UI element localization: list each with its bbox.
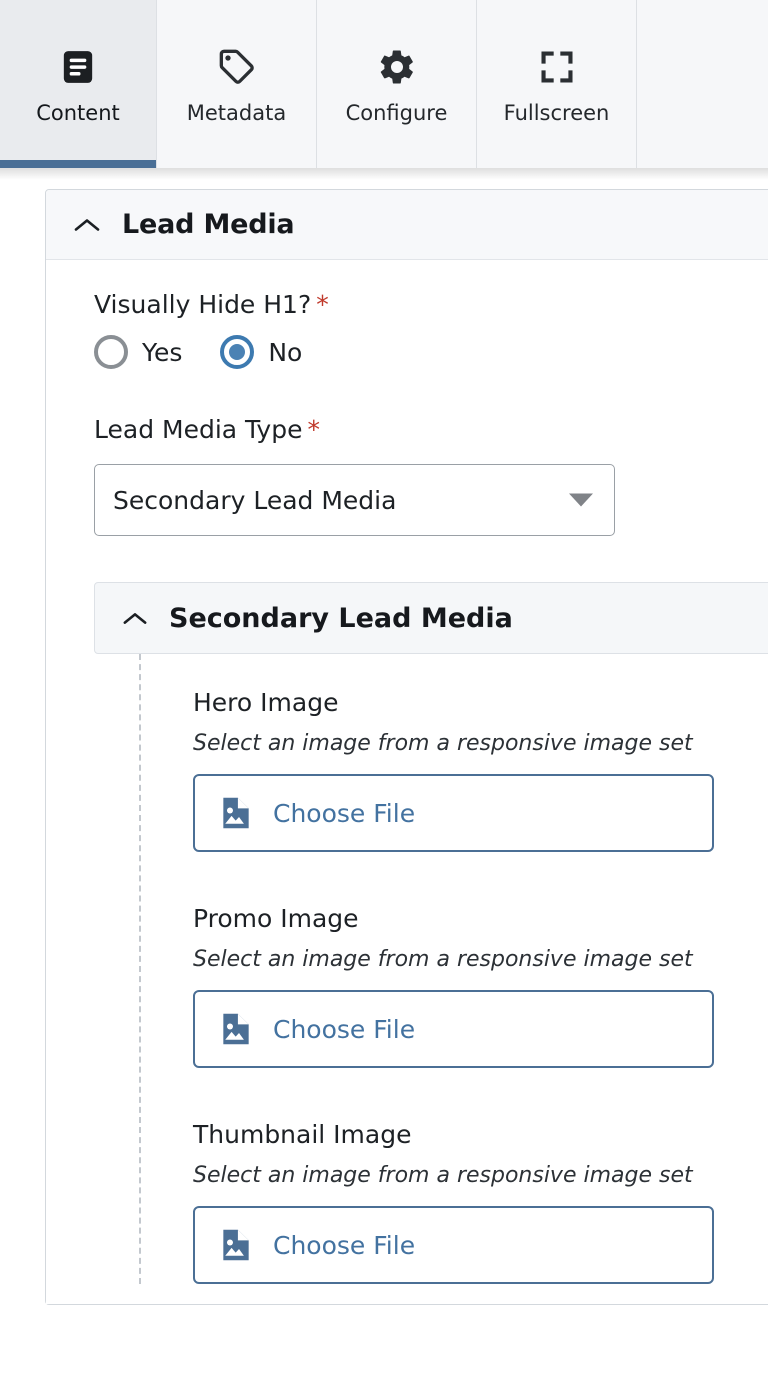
lead-media-type-selected-value: Secondary Lead Media	[113, 485, 397, 515]
hero-image-description: Select an image from a responsive image …	[193, 731, 693, 756]
promo-image-description: Select an image from a responsive image …	[193, 947, 693, 972]
tab-content[interactable]: Content	[0, 0, 157, 168]
required-asterisk: *	[316, 290, 329, 319]
tab-fullscreen[interactable]: Fullscreen	[477, 0, 637, 168]
thumbnail-image-choose-file-button[interactable]: Choose File	[193, 1206, 714, 1284]
secondary-lead-media-subsection: Secondary Lead Media Hero Image Select a…	[94, 582, 768, 1284]
field-lead-media-type: Lead Media Type * Secondary Lead Media	[94, 415, 768, 536]
promo-image-label: Promo Image	[193, 904, 359, 933]
lead-media-panel-body: Visually Hide H1? * Yes No Lead Media Ty…	[46, 260, 768, 1304]
tab-content-label: Content	[36, 100, 120, 125]
file-image-icon	[217, 1010, 255, 1048]
field-thumbnail-image: Thumbnail Image Select an image from a r…	[193, 1120, 768, 1284]
secondary-lead-media-body: Hero Image Select an image from a respon…	[139, 654, 768, 1284]
lead-media-type-select-wrap: Secondary Lead Media	[94, 464, 615, 536]
visually-hide-h1-label-row: Visually Hide H1? *	[94, 290, 768, 335]
field-visually-hide-h1: Visually Hide H1? * Yes No	[94, 290, 768, 369]
thumbnail-image-label: Thumbnail Image	[193, 1120, 412, 1149]
thumbnail-image-choose-file-label: Choose File	[273, 1230, 416, 1260]
tab-fullscreen-label: Fullscreen	[503, 100, 610, 125]
radio-no-label: No	[268, 337, 303, 367]
panel-title: Lead Media	[122, 209, 295, 240]
file-image-icon	[217, 794, 255, 832]
required-asterisk: *	[307, 415, 320, 444]
lead-media-panel: Lead Media Visually Hide H1? * Yes No Le…	[45, 189, 768, 1305]
tab-metadata-label: Metadata	[186, 100, 287, 125]
lead-media-type-label-row: Lead Media Type *	[94, 415, 768, 460]
chevron-up-icon	[123, 611, 147, 626]
chevron-up-icon	[74, 217, 100, 233]
radio-yes-mark[interactable]	[94, 335, 128, 369]
editor-root: Content Metadata Configure Fullscreen Le…	[0, 0, 768, 1396]
hero-image-choose-file-button[interactable]: Choose File	[193, 774, 714, 852]
radio-no-mark[interactable]	[220, 335, 255, 369]
file-image-icon	[217, 1226, 255, 1264]
tab-configure[interactable]: Configure	[317, 0, 477, 168]
tab-configure-label: Configure	[345, 100, 448, 125]
tag-icon	[217, 45, 257, 89]
secondary-lead-media-header[interactable]: Secondary Lead Media	[94, 582, 768, 654]
visually-hide-h1-radio-group: Yes No	[94, 335, 768, 369]
promo-image-choose-file-button[interactable]: Choose File	[193, 990, 714, 1068]
promo-image-choose-file-label: Choose File	[273, 1014, 416, 1044]
field-promo-image: Promo Image Select an image from a respo…	[193, 904, 768, 1068]
secondary-lead-media-title: Secondary Lead Media	[169, 602, 513, 634]
lead-media-type-label: Lead Media Type	[94, 415, 303, 444]
gear-icon	[377, 45, 417, 89]
radio-option-no[interactable]: No	[220, 335, 302, 369]
tab-metadata[interactable]: Metadata	[157, 0, 317, 168]
field-hero-image: Hero Image Select an image from a respon…	[193, 688, 768, 852]
radio-option-yes[interactable]: Yes	[94, 335, 182, 369]
hero-image-label: Hero Image	[193, 688, 339, 717]
lead-media-type-select[interactable]: Secondary Lead Media	[94, 464, 615, 536]
thumbnail-image-description: Select an image from a responsive image …	[193, 1163, 693, 1188]
article-icon	[58, 45, 98, 89]
tabbar-shadow	[0, 168, 768, 180]
radio-yes-label: Yes	[142, 337, 183, 367]
fullscreen-icon	[538, 45, 576, 89]
editor-tabbar: Content Metadata Configure Fullscreen	[0, 0, 768, 168]
hero-image-choose-file-label: Choose File	[273, 798, 416, 828]
visually-hide-h1-label: Visually Hide H1?	[94, 290, 312, 319]
lead-media-panel-header[interactable]: Lead Media	[46, 190, 768, 260]
tabbar-filler	[637, 0, 768, 168]
